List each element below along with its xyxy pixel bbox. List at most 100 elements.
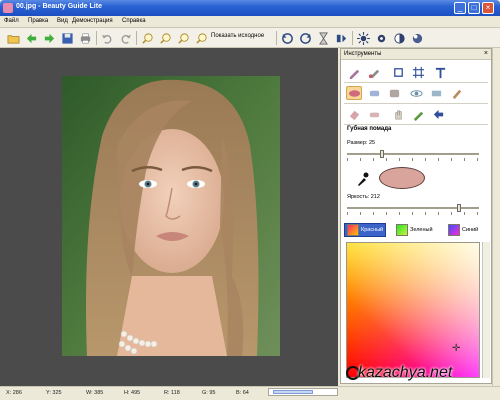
- status-w: W: 385: [86, 390, 104, 396]
- size-slider[interactable]: [347, 149, 479, 161]
- green-channel-icon: [396, 224, 408, 236]
- hand-tool-icon[interactable]: [390, 107, 406, 121]
- contrast-icon[interactable]: [392, 31, 406, 45]
- slider-ticks: [347, 158, 479, 161]
- redo-icon[interactable]: [118, 31, 132, 45]
- tab-red[interactable]: Красный: [344, 223, 387, 237]
- color-field-gradient: [347, 243, 479, 377]
- tab-blue-label: Синий: [462, 227, 479, 233]
- color-brush-icon[interactable]: [410, 107, 426, 121]
- app-window: 00.jpg - Beauty Guide Lite _ □ × Файл Пр…: [0, 0, 500, 400]
- eraser-tool-icon[interactable]: [346, 107, 362, 121]
- color-picker-field[interactable]: ✛: [346, 242, 480, 378]
- lipstick-tool-icon[interactable]: [346, 86, 362, 100]
- blush-tool-icon[interactable]: [386, 86, 402, 100]
- panel-divider: [344, 124, 488, 125]
- menu-demo[interactable]: Демонстрация: [72, 18, 113, 24]
- rotate-right-icon[interactable]: [298, 31, 312, 45]
- image-canvas[interactable]: [0, 48, 338, 386]
- tool-row-3: [344, 105, 490, 123]
- grid-tool-icon[interactable]: [410, 65, 426, 79]
- zoom-fit-icon[interactable]: [176, 31, 190, 45]
- panel-close-icon[interactable]: ×: [484, 50, 488, 58]
- slider-thumb[interactable]: [457, 204, 461, 212]
- zoom-out-icon[interactable]: [158, 31, 172, 45]
- toolbar: Показать исходное: [0, 28, 500, 48]
- panel-title: Инструменты ×: [341, 49, 491, 60]
- slider-thumb[interactable]: [380, 150, 384, 158]
- status-r: R: 118: [164, 390, 180, 396]
- crosshair-icon: ✛: [452, 343, 461, 354]
- maximize-button[interactable]: □: [468, 2, 480, 14]
- eyeshadow-tool-icon[interactable]: [366, 86, 382, 100]
- panel-divider: [344, 103, 488, 104]
- brightness-slider[interactable]: [347, 203, 479, 215]
- menu-help[interactable]: Справка: [122, 18, 146, 24]
- pencil-tool-icon[interactable]: [346, 65, 362, 79]
- tool-name: Губная помада: [347, 126, 392, 132]
- save-icon[interactable]: [60, 31, 74, 45]
- slider-ticks: [347, 212, 479, 215]
- smooth-tool-icon[interactable]: [448, 86, 464, 100]
- blue-channel-icon: [448, 224, 460, 236]
- brightness-label: Яркость: 212: [347, 194, 380, 200]
- tool-row-2: [344, 84, 490, 102]
- saturation-icon[interactable]: [410, 31, 424, 45]
- close-button[interactable]: ×: [482, 2, 494, 14]
- brush-tool-icon[interactable]: [366, 65, 382, 79]
- open-folder-icon[interactable]: [6, 31, 20, 45]
- panel-scrollbar[interactable]: [482, 242, 490, 378]
- size-label: Размер: 25: [347, 140, 376, 146]
- tab-red-label: Красный: [361, 227, 384, 233]
- show-original-button[interactable]: Показать исходное: [211, 33, 264, 39]
- arrow-back-tool-icon[interactable]: [430, 107, 446, 121]
- window-scrollbar[interactable]: [492, 48, 500, 386]
- crop-tool-icon[interactable]: [390, 65, 406, 79]
- watermark: kazachya.net: [358, 364, 453, 381]
- zoom-actual-icon[interactable]: [194, 31, 208, 45]
- panel-divider: [344, 82, 488, 83]
- toolbar-separator: [136, 31, 137, 45]
- toolbar-separator: [276, 31, 277, 45]
- flip-icon[interactable]: [334, 31, 348, 45]
- portrait-photo: [62, 76, 280, 356]
- color-swatch[interactable]: [379, 167, 425, 189]
- tools-panel: Инструменты × Губная помада Размер: 25 Я…: [340, 48, 492, 384]
- text-tool-icon[interactable]: [432, 65, 448, 79]
- settings-gear-icon[interactable]: [374, 31, 388, 45]
- patch-tool-icon[interactable]: [366, 107, 382, 121]
- status-x: X: 286: [6, 390, 22, 396]
- zoom-in-icon[interactable]: [140, 31, 154, 45]
- status-b: B: 64: [236, 390, 249, 396]
- tab-green[interactable]: Зеленый: [396, 223, 433, 237]
- undo-icon[interactable]: [100, 31, 114, 45]
- print-icon[interactable]: [78, 31, 92, 45]
- scrollbar-thumb[interactable]: [273, 390, 313, 394]
- title-bar[interactable]: 00.jpg - Beauty Guide Lite _ □ ×: [0, 0, 500, 16]
- tab-blue[interactable]: Синий: [448, 223, 478, 237]
- window-title: 00.jpg - Beauty Guide Lite: [16, 3, 102, 10]
- menu-file[interactable]: Файл: [4, 18, 19, 24]
- tab-green-label: Зеленый: [410, 227, 433, 233]
- eyedropper-icon[interactable]: [355, 171, 369, 187]
- forward-arrow-icon[interactable]: [42, 31, 56, 45]
- brightness-sun-icon[interactable]: [356, 31, 370, 45]
- toolbar-separator: [96, 31, 97, 45]
- horizontal-scrollbar[interactable]: [268, 388, 338, 396]
- menu-bar: Файл Правка Вид Демонстрация Справка: [0, 16, 500, 28]
- minimize-button[interactable]: _: [454, 2, 466, 14]
- color-channel-tabs: Красный Зеленый Синий: [344, 221, 490, 239]
- rotate-left-icon[interactable]: [280, 31, 294, 45]
- whiten-tool-icon[interactable]: [428, 86, 444, 100]
- eye-tool-icon[interactable]: [408, 86, 424, 100]
- status-g: G: 95: [202, 390, 216, 396]
- back-arrow-icon[interactable]: [24, 31, 38, 45]
- status-y: Y: 325: [46, 390, 62, 396]
- panel-title-text: Инструменты: [344, 51, 382, 57]
- status-h: H: 495: [124, 390, 141, 396]
- hourglass-icon[interactable]: [316, 31, 330, 45]
- slider-track: [347, 153, 479, 155]
- menu-view[interactable]: Вид: [57, 18, 68, 24]
- menu-edit[interactable]: Правка: [28, 18, 48, 24]
- status-bar: X: 286 Y: 325 W: 385 H: 495 R: 118 G: 95…: [0, 386, 500, 400]
